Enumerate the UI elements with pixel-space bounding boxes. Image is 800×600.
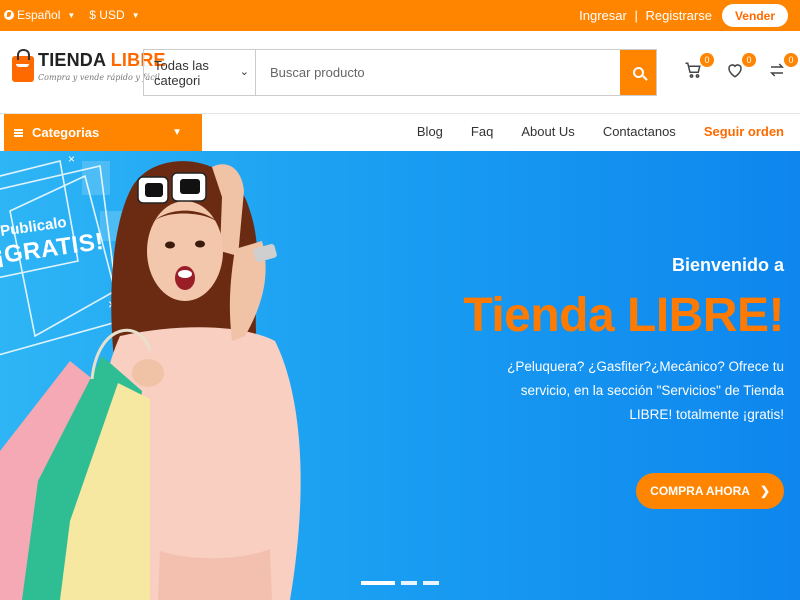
language-selector[interactable]: Español ▼ bbox=[4, 8, 75, 22]
shop-now-button[interactable]: COMPRA AHORA ❯ bbox=[636, 473, 784, 509]
search-category-select[interactable]: Todas las categori ⌄ bbox=[144, 50, 256, 95]
header: TIENDA LIBRE Compra y vende rápido y fác… bbox=[0, 31, 800, 114]
wishlist-button[interactable]: 0 bbox=[726, 53, 756, 83]
menu-icon bbox=[14, 128, 23, 137]
hero-description: ¿Peluquera? ¿Gasfiter?¿Mecánico? Ofrece … bbox=[507, 359, 784, 422]
chevron-right-icon: ❯ bbox=[759, 484, 770, 498]
slide-dot[interactable] bbox=[401, 581, 417, 585]
hero-banner: × × Publicalo ¡G bbox=[0, 151, 800, 600]
search-bar: Todas las categori ⌄ bbox=[143, 49, 657, 96]
compare-count-badge: 0 bbox=[784, 53, 798, 67]
hero-welcome: Bienvenido a bbox=[671, 255, 784, 275]
login-link[interactable]: Ingresar bbox=[579, 8, 627, 23]
compare-button[interactable]: 0 bbox=[768, 53, 798, 83]
shopping-bag-logo-icon bbox=[12, 49, 34, 82]
chevron-down-icon: ▼ bbox=[172, 127, 182, 138]
nav-link-contact[interactable]: Contactanos bbox=[603, 124, 676, 139]
globe-icon bbox=[4, 10, 14, 20]
nav-link-track-order[interactable]: Seguir orden bbox=[704, 124, 784, 139]
nav-link-about-us[interactable]: About Us bbox=[521, 124, 574, 139]
cart-count-badge: 0 bbox=[700, 53, 714, 67]
search-button[interactable] bbox=[620, 50, 656, 95]
slide-dot[interactable] bbox=[423, 581, 439, 585]
cart-button[interactable]: 0 bbox=[684, 53, 714, 83]
wishlist-count-badge: 0 bbox=[742, 53, 756, 67]
heart-icon bbox=[728, 64, 742, 78]
link-separator: | bbox=[634, 8, 638, 23]
sell-button[interactable]: Vender bbox=[721, 4, 788, 27]
top-bar: Español ▼ $ USD ▼ Ingresar | Registrarse… bbox=[0, 0, 800, 31]
currency-selector[interactable]: $ USD ▼ bbox=[89, 8, 139, 22]
shop-now-label: COMPRA AHORA bbox=[650, 484, 750, 498]
hero-title: Tienda LIBRE! bbox=[463, 289, 784, 342]
chevron-down-icon: ⌄ bbox=[239, 66, 249, 78]
slider-pagination bbox=[361, 581, 439, 585]
nav-link-blog[interactable]: Blog bbox=[417, 124, 443, 139]
categories-label: Categorias bbox=[32, 125, 100, 140]
cart-icon bbox=[685, 62, 701, 78]
categories-button[interactable]: Categorias ▼ bbox=[4, 114, 202, 151]
main-nav: Categorias ▼ Blog Faq About Us Contactan… bbox=[0, 114, 800, 151]
search-input[interactable] bbox=[256, 50, 620, 95]
svg-text:×: × bbox=[68, 152, 75, 166]
chevron-down-icon: ▼ bbox=[131, 10, 140, 20]
slide-dot[interactable] bbox=[361, 581, 395, 585]
language-label: Español bbox=[17, 8, 61, 22]
compare-arrows-icon bbox=[769, 63, 785, 77]
nav-link-faq[interactable]: Faq bbox=[471, 124, 493, 139]
currency-label: $ USD bbox=[89, 8, 125, 22]
search-icon bbox=[632, 67, 644, 78]
chevron-down-icon: ▼ bbox=[67, 10, 76, 20]
register-link[interactable]: Registrarse bbox=[646, 8, 712, 23]
